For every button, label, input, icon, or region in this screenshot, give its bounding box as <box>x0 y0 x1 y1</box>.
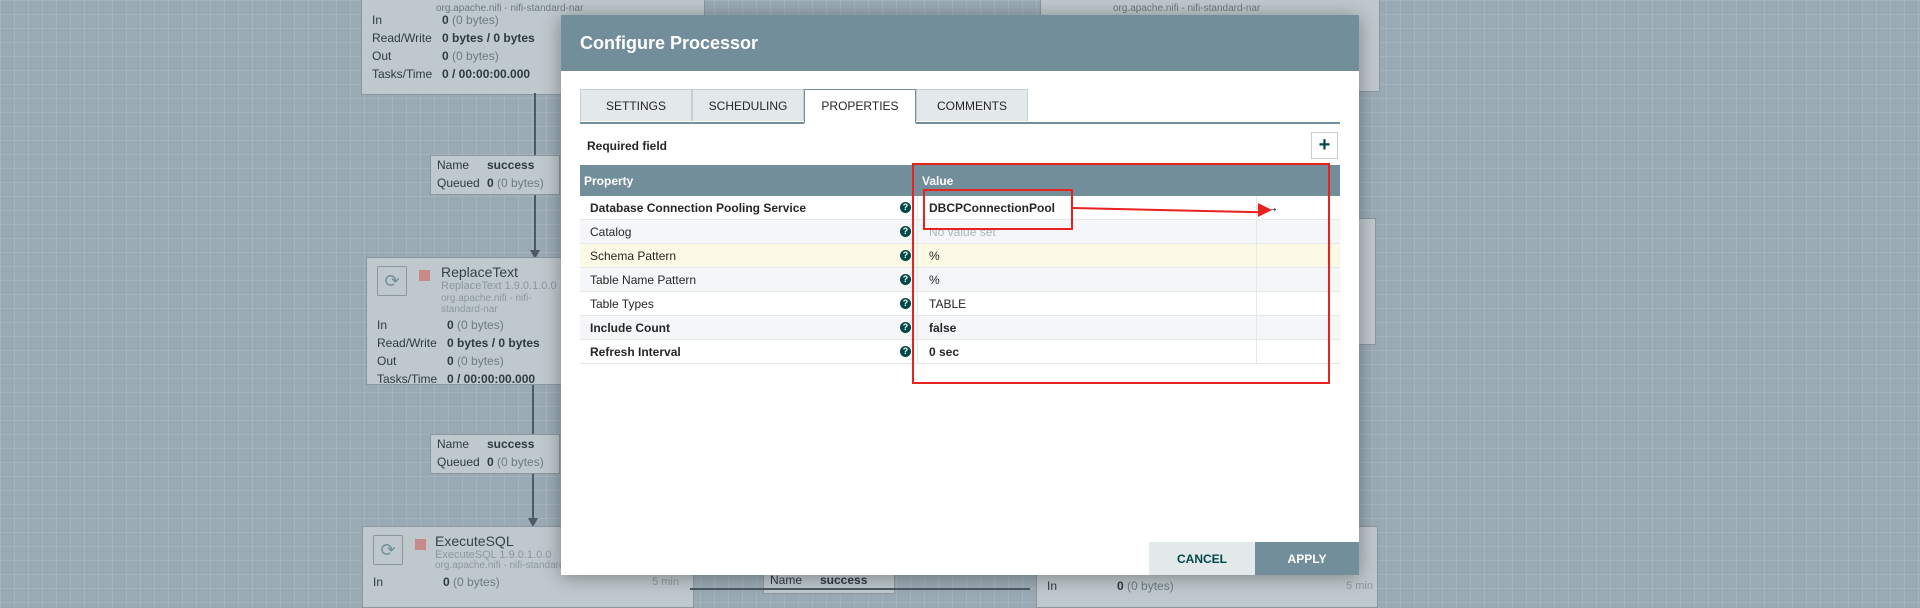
connection-label[interactable]: Name success Queued 0 (0 bytes) <box>430 434 560 474</box>
stopped-icon <box>415 539 426 550</box>
processor-bundle: org.apache.nifi - nifi-standard-nar <box>1113 3 1261 14</box>
required-field-label: Required field <box>587 139 668 153</box>
processor-name: ReplaceText <box>441 264 519 280</box>
processor-bundle: org.apache.nifi - nifi-standard <box>435 560 565 571</box>
stat-in: In 0 (0 bytes) <box>377 318 504 332</box>
stat-readwrite: Read/Write 0 bytes / 0 bytes <box>377 336 540 350</box>
connection-line <box>690 588 1030 590</box>
processor-icon: ⟳ <box>377 266 407 296</box>
processor-name: ExecuteSQL <box>435 533 514 549</box>
property-name: Refresh Interval <box>590 345 681 359</box>
property-name: Catalog <box>590 225 632 239</box>
stat-out: Out 0 (0 bytes) <box>377 354 504 368</box>
help-icon[interactable]: ? <box>900 322 911 333</box>
cancel-button[interactable]: Cancel <box>1149 542 1255 575</box>
tab-comments[interactable]: Comments <box>916 89 1028 121</box>
add-property-button[interactable]: + <box>1311 132 1338 159</box>
tab-settings[interactable]: Settings <box>580 89 692 121</box>
tab-properties[interactable]: Properties <box>804 89 916 124</box>
dialog-title: Configure Processor <box>561 15 1359 71</box>
annotation-box-value <box>923 189 1073 230</box>
stat-tasks: Tasks/Time 0 / 00:00:00.000 <box>377 372 536 386</box>
processor-bundle: org.apache.nifi - nifi-standard-nar <box>436 3 584 14</box>
connection-label[interactable]: Name success Queued 0 (0 bytes) <box>430 155 560 195</box>
processor-replacetext[interactable]: ⟳ ReplaceText ReplaceText 1.9.0.1.0.0 or… <box>366 257 568 386</box>
stopped-icon <box>419 270 430 281</box>
property-name: Database Connection Pooling Service <box>590 201 807 215</box>
help-icon[interactable]: ? <box>900 298 911 309</box>
help-icon[interactable]: ? <box>900 274 911 285</box>
dialog-tabs: Settings Scheduling Properties Comments <box>580 89 1340 124</box>
property-name: Schema Pattern <box>590 249 677 263</box>
processor-type: ReplaceText 1.9.0.1.0.0 <box>441 280 557 292</box>
help-icon[interactable]: ? <box>900 346 911 357</box>
apply-button[interactable]: Apply <box>1255 542 1359 575</box>
property-name: Table Name Pattern <box>590 273 697 287</box>
tab-scheduling[interactable]: Scheduling <box>692 89 804 121</box>
help-icon[interactable]: ? <box>900 226 911 237</box>
column-header-property: Property <box>584 174 634 188</box>
stat-in: In 0 (0 bytes) 5 min <box>373 575 679 589</box>
processor-bundle: org.apache.nifi - nifi-standard-nar <box>441 293 532 315</box>
processor-icon: ⟳ <box>373 535 403 565</box>
plus-icon: + <box>1318 134 1331 156</box>
help-icon[interactable]: ? <box>900 250 911 261</box>
stat-in: In 0 (0 bytes) 5 min <box>1047 579 1373 593</box>
property-name: Include Count <box>590 321 670 335</box>
property-name: Table Types <box>590 297 654 311</box>
help-icon[interactable]: ? <box>900 202 911 213</box>
annotation-arrow-head <box>1258 203 1272 217</box>
